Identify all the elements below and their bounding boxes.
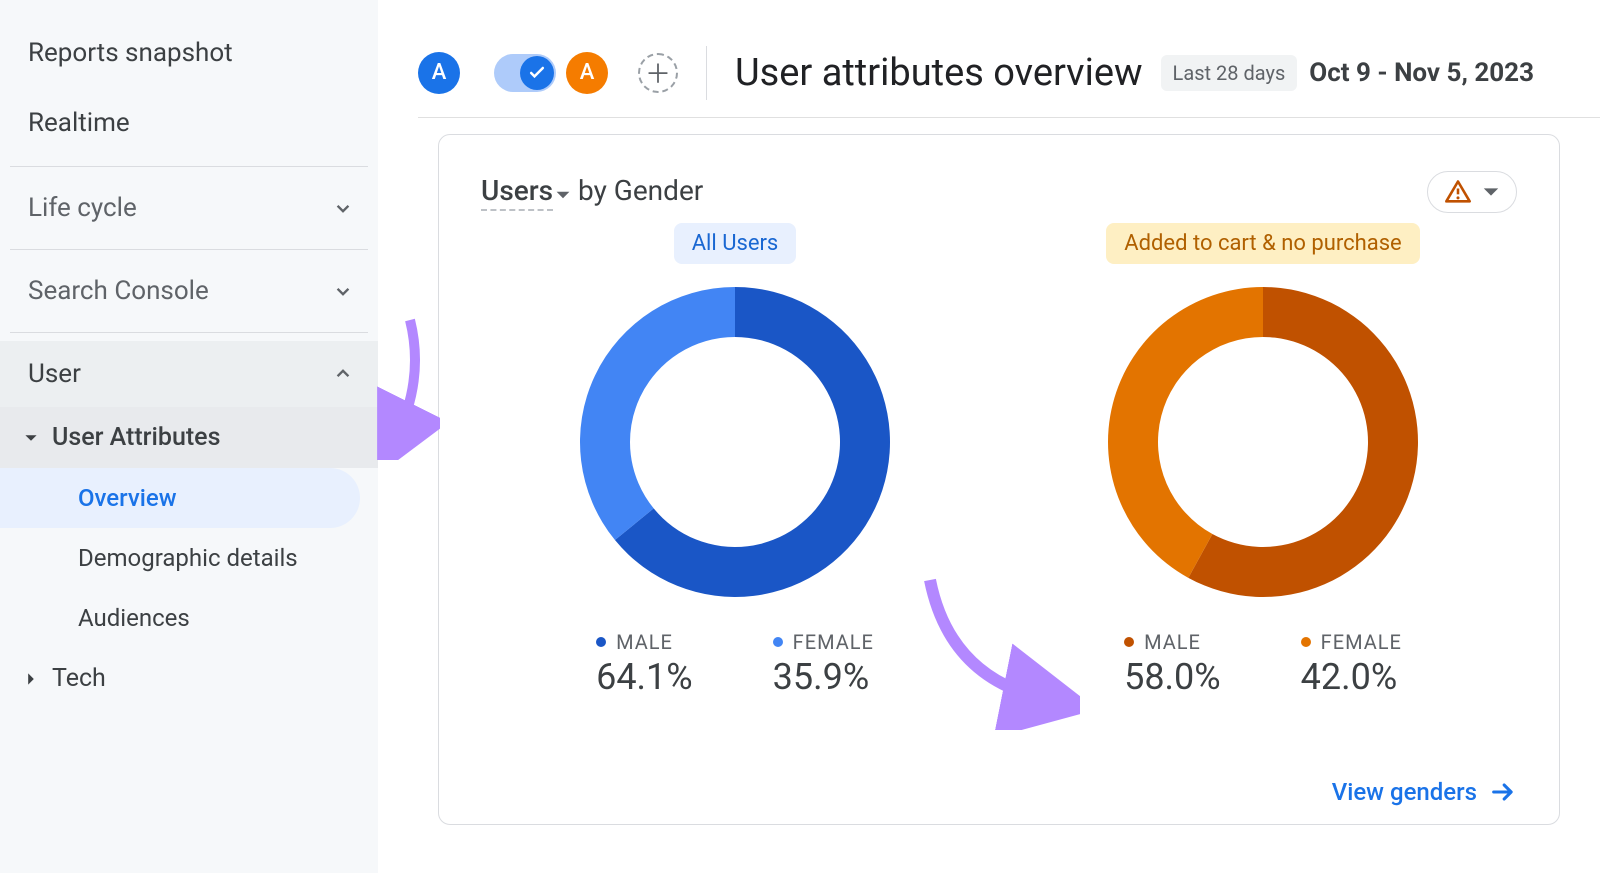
plus-icon: ＋	[645, 54, 671, 91]
legend-value: 64.1%	[596, 656, 693, 698]
nav-leaf-demographic-details[interactable]: Demographic details	[0, 528, 378, 588]
chevron-down-icon	[330, 278, 356, 304]
donut-chart-all-users	[575, 282, 895, 602]
annotation-arrow-icon	[370, 310, 440, 460]
card-title[interactable]: Users by Gender	[481, 174, 703, 209]
divider	[10, 332, 368, 333]
nav-section-search-console[interactable]: Search Console	[0, 258, 378, 324]
comparison-toggle[interactable]	[494, 54, 556, 92]
charts-row: All Users MALE 64.1% FEMALE 3	[481, 223, 1517, 698]
legend-value: 58.0%	[1124, 656, 1221, 698]
legend-added-to-cart: MALE 58.0% FEMALE 42.0%	[1124, 630, 1402, 698]
sidebar-nav: Reports snapshot Realtime Life cycle Sea…	[0, 0, 378, 873]
nav-section-label: Search Console	[28, 276, 209, 306]
legend-item-female: FEMALE 35.9%	[773, 630, 874, 698]
warning-icon	[1444, 178, 1472, 206]
caret-down-icon	[24, 423, 42, 452]
legend-dot-icon	[1301, 637, 1311, 647]
chevron-down-icon	[330, 195, 356, 221]
divider	[10, 249, 368, 250]
divider	[706, 46, 707, 100]
nav-section-life-cycle[interactable]: Life cycle	[0, 175, 378, 241]
arrow-right-icon	[1489, 778, 1517, 806]
chevron-up-icon	[330, 361, 356, 387]
legend-item-female: FEMALE 42.0%	[1301, 630, 1402, 698]
legend-dot-icon	[1124, 637, 1134, 647]
gender-card: Users by Gender All Users MALE	[438, 134, 1560, 825]
chart-all-users: All Users MALE 64.1% FEMALE 3	[481, 223, 989, 698]
nav-sub-label: User Attributes	[52, 423, 220, 452]
legend-value: 35.9%	[773, 656, 870, 698]
segment-label-all-users: All Users	[674, 223, 797, 264]
page-title: User attributes overview	[735, 51, 1143, 95]
segment-badge-a-orange[interactable]: A	[566, 52, 608, 94]
divider	[10, 166, 368, 167]
check-icon	[520, 56, 554, 90]
caret-down-icon	[555, 177, 571, 210]
view-genders-link[interactable]: View genders	[1332, 778, 1517, 806]
dimension-label: Gender	[614, 174, 704, 207]
page-header: A A ＋ User attributes overview Last 28 d…	[418, 0, 1600, 118]
date-range-preset[interactable]: Last 28 days	[1161, 55, 1298, 91]
nav-realtime[interactable]: Realtime	[0, 88, 378, 158]
caret-down-icon	[1482, 183, 1500, 201]
nav-sub-user-attributes[interactable]: User Attributes	[0, 407, 378, 468]
nav-reports-snapshot[interactable]: Reports snapshot	[0, 18, 378, 88]
segment-badge-a-blue[interactable]: A	[418, 52, 460, 94]
metric-selector[interactable]: Users	[481, 174, 553, 211]
nav-sub-label: Tech	[52, 664, 106, 693]
caret-right-icon	[24, 664, 42, 693]
data-quality-button[interactable]	[1427, 171, 1517, 213]
legend-value: 42.0%	[1301, 656, 1398, 698]
chart-added-to-cart: Added to cart & no purchase MALE 58.0% F…	[1009, 223, 1517, 698]
comparison-pills: A A ＋	[418, 52, 678, 94]
legend-dot-icon	[773, 637, 783, 647]
nav-leaf-audiences[interactable]: Audiences	[0, 588, 378, 648]
nav-section-user[interactable]: User	[0, 341, 378, 407]
donut-chart-added-to-cart	[1103, 282, 1423, 602]
nav-leaf-overview[interactable]: Overview	[0, 468, 360, 528]
add-comparison-button[interactable]: ＋	[638, 53, 678, 93]
legend-item-male: MALE 64.1%	[596, 630, 693, 698]
legend-all-users: MALE 64.1% FEMALE 35.9%	[596, 630, 874, 698]
nav-section-label: User	[28, 359, 81, 389]
legend-item-male: MALE 58.0%	[1124, 630, 1221, 698]
segment-label-added-to-cart: Added to cart & no purchase	[1106, 223, 1419, 264]
legend-dot-icon	[596, 637, 606, 647]
nav-section-label: Life cycle	[28, 193, 137, 223]
nav-sub-tech[interactable]: Tech	[0, 648, 378, 709]
date-range-display[interactable]: Oct 9 - Nov 5, 2023	[1309, 58, 1534, 88]
